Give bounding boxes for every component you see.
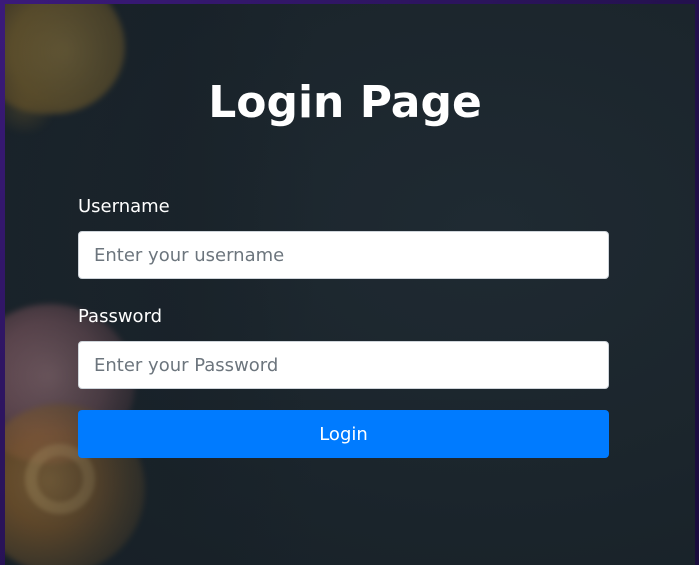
username-input[interactable] [78, 231, 609, 279]
login-panel: Login Page Username Password Login [5, 4, 695, 565]
password-label: Password [78, 306, 163, 327]
login-button[interactable]: Login [78, 410, 609, 458]
window-frame: Login Page Username Password Login [0, 0, 699, 565]
username-label: Username [78, 196, 170, 217]
login-form: Login Page Username Password Login [5, 4, 695, 565]
page-title: Login Page [208, 77, 482, 128]
password-input[interactable] [78, 341, 609, 389]
